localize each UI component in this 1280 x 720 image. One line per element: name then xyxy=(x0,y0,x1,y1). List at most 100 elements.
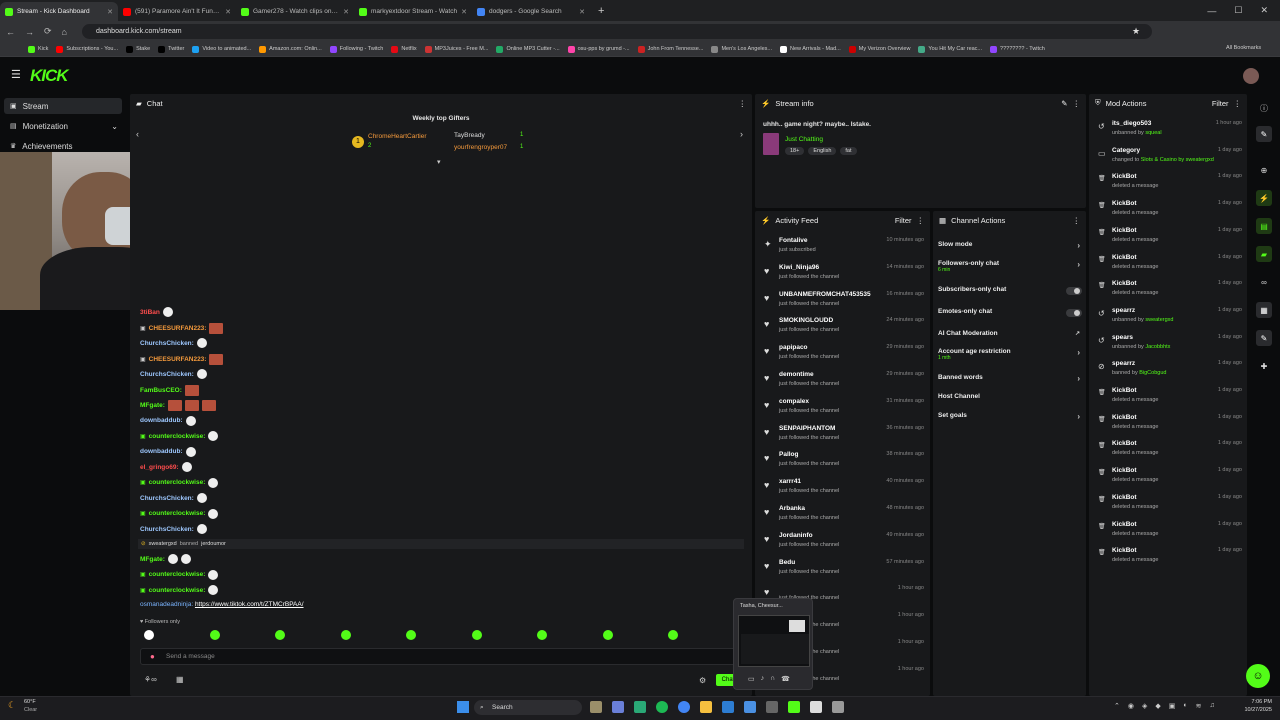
mod-action-item[interactable]: 🗑 KickBot deleted a message 1 day ago xyxy=(1094,280,1242,306)
more-icon[interactable]: ⋮ xyxy=(1073,216,1081,225)
activity-item[interactable]: ♥ Arbanka just followed the channel 48 minu… xyxy=(760,505,926,531)
browser-tab[interactable]: dodgers - Google Search ✕ xyxy=(472,2,590,21)
mod-action-item[interactable]: 🗑 KickBot deleted a message 1 day ago xyxy=(1094,494,1242,520)
emote-icon[interactable] xyxy=(602,630,613,640)
activity-item[interactable]: ♥ Pallog just followed the channel 38 minut… xyxy=(760,451,926,477)
call-icon[interactable]: ☎ xyxy=(781,675,790,683)
bookmark-item[interactable]: You Hit My Car reac... xyxy=(918,45,982,53)
info-icon[interactable]: ⓘ xyxy=(1256,100,1272,116)
browser-tab[interactable]: Gamer278 - Watch clips on Kick ✕ xyxy=(236,2,354,21)
mod-action-item[interactable]: 🗑 KickBot deleted a message 1 day ago xyxy=(1094,387,1242,413)
activity-username[interactable]: SMOKINGLOUDD xyxy=(779,317,833,324)
mod-action-username[interactable]: KickBot xyxy=(1112,440,1137,447)
emote-icon[interactable] xyxy=(340,630,351,640)
chat-bubble-icon[interactable]: ☺ xyxy=(1246,664,1270,688)
tray-app-icon[interactable]: ◉ xyxy=(1128,702,1134,710)
menu-icon[interactable]: ☰ xyxy=(11,68,21,81)
activity-username[interactable]: Arbanka xyxy=(779,505,805,512)
activity-filter-button[interactable]: Filter xyxy=(895,216,912,225)
activity-username[interactable]: Jordaninfo xyxy=(779,532,813,539)
bookmark-item[interactable]: Following - Twitch xyxy=(329,45,383,53)
mic-icon[interactable]: ♪ xyxy=(761,675,765,683)
chat-username[interactable]: CHEESURFAN223: xyxy=(149,356,207,363)
stack-icon[interactable]: ▦ xyxy=(1256,302,1272,318)
spotify-icon[interactable] xyxy=(656,701,668,713)
mod-action-item[interactable]: ⊘ spearrz banned by BigCobgud 1 day ago xyxy=(1094,360,1242,386)
camera-icon[interactable]: ▭ xyxy=(748,675,755,683)
bookmark-item[interactable]: MP3Juices - Free M... xyxy=(424,45,488,53)
close-tab-icon[interactable]: ✕ xyxy=(579,8,585,16)
mod-action-username[interactable]: spears xyxy=(1112,334,1133,341)
chat-input[interactable]: ● Send a message xyxy=(140,648,740,665)
activity-item[interactable]: ♥ SENPAIPHANTOM just followed the channel 3… xyxy=(760,425,926,451)
channel-action-item[interactable]: Host Channel xyxy=(938,393,1082,407)
reload-icon[interactable]: ⟳ xyxy=(44,26,52,37)
emote-icon[interactable] xyxy=(668,630,678,640)
close-tab-icon[interactable]: ✕ xyxy=(225,8,231,16)
activity-username[interactable]: Kiwi_Ninja96 xyxy=(779,264,819,271)
channel-action-item[interactable]: Banned words › xyxy=(938,374,1082,388)
emoji-settings-icon[interactable]: ⚘∞ xyxy=(144,675,157,684)
activity-username[interactable]: Bedu xyxy=(779,559,795,566)
bookmark-item[interactable]: Netflix xyxy=(391,45,417,53)
wrench-icon[interactable]: ✎ xyxy=(1256,330,1272,346)
browser-tab[interactable]: (591) Paramore Ain't It Fun [O ✕ xyxy=(118,2,236,21)
bookmark-item[interactable]: Kick xyxy=(28,45,48,53)
bookmark-star-icon[interactable]: ★ xyxy=(1132,26,1140,37)
stream-tag[interactable]: fat xyxy=(840,147,857,155)
close-tab-icon[interactable]: ✕ xyxy=(107,8,113,16)
channel-action-item[interactable]: Slow mode › xyxy=(938,241,1082,255)
mod-action-username[interactable]: KickBot xyxy=(1112,387,1137,394)
mod-action-item[interactable]: 🗑 KickBot deleted a message 1 day ago xyxy=(1094,227,1242,253)
chrome-icon[interactable] xyxy=(678,701,690,713)
mod-action-username[interactable]: KickBot xyxy=(1112,254,1137,261)
activity-item[interactable]: ♥ papipaco just followed the channel 29 min… xyxy=(760,344,926,370)
link-icon[interactable]: ∞ xyxy=(1256,274,1272,290)
chat-username[interactable]: counterclockwise: xyxy=(149,510,206,517)
activity-item[interactable]: ♥ UNBANMEFROMCHAT453535 just followed the … xyxy=(760,291,926,317)
activity-item[interactable]: ♥ xarrr41 just followed the channel 40 minu… xyxy=(760,478,926,504)
bookmark-item[interactable]: Amazon.com: Onlin... xyxy=(259,45,322,53)
activity-item[interactable]: ♥ Bedu just followed the channel 57 minutes… xyxy=(760,559,926,585)
activity-item[interactable]: ♥ demontime just followed the channel 29 mi… xyxy=(760,371,926,397)
mod-action-item[interactable]: ↺ its_diego503 unbanned by squeal 1 hour ag… xyxy=(1094,120,1242,146)
channel-action-item[interactable]: AI Chat Moderation ↗ xyxy=(938,330,1082,344)
mod-action-username[interactable]: KickBot xyxy=(1112,173,1137,180)
mod-action-username[interactable]: KickBot xyxy=(1112,280,1137,287)
mod-action-item[interactable]: 🗑 KickBot deleted a message 1 day ago xyxy=(1094,254,1242,280)
chevron-left-icon[interactable]: ‹ xyxy=(136,129,139,139)
more-icon[interactable]: ⋮ xyxy=(1073,99,1081,108)
home-icon[interactable]: ⌂ xyxy=(62,27,67,37)
mod-action-actor[interactable]: BigCobgud xyxy=(1139,370,1166,376)
mod-action-username[interactable]: spearrz xyxy=(1112,307,1135,314)
activity-item[interactable]: ♥ Jordaninfo just followed the channel 49 m… xyxy=(760,532,926,558)
chat-username[interactable]: counterclockwise: xyxy=(149,479,206,486)
bookmark-item[interactable]: Stake xyxy=(126,45,150,53)
mod-filter-button[interactable]: Filter xyxy=(1212,99,1229,108)
mod-action-item[interactable]: 🗑 KickBot deleted a message 1 day ago xyxy=(1094,173,1242,199)
app-icon[interactable] xyxy=(722,701,734,713)
channel-action-item[interactable]: Set goals › xyxy=(938,412,1082,426)
mod-action-username[interactable]: KickBot xyxy=(1112,547,1137,554)
mod-action-username[interactable]: KickBot xyxy=(1112,227,1137,234)
mod-action-actor[interactable]: sweatergxd xyxy=(1145,317,1173,323)
forward-icon[interactable]: → xyxy=(25,27,34,37)
puzzle-icon[interactable]: ✚ xyxy=(1256,358,1272,374)
taskbar-search[interactable]: ⌕ Search xyxy=(474,700,582,715)
emote-icon[interactable] xyxy=(209,630,220,640)
mod-action-username[interactable]: KickBot xyxy=(1112,494,1137,501)
kick-logo[interactable]: KICK xyxy=(30,66,69,86)
category-name[interactable]: Just Chatting xyxy=(785,136,823,143)
chat-username[interactable]: downbaddub: xyxy=(140,448,183,455)
bookmark-item[interactable]: John From Tennesse... xyxy=(637,45,703,53)
emote-icon[interactable] xyxy=(275,630,285,640)
url-input[interactable]: dashboard.kick.com/stream xyxy=(82,24,1152,39)
emote-icon[interactable] xyxy=(406,630,416,640)
gifter-3[interactable]: yourfrengroyper07 xyxy=(454,144,507,151)
activity-username[interactable]: Fontalive xyxy=(779,237,808,244)
mod-action-actor[interactable]: Slots & Casino by sweatergxd xyxy=(1141,157,1214,163)
pencil-icon[interactable]: ✎ xyxy=(1061,99,1067,108)
sidebar-item-stream[interactable]: ▣ Stream xyxy=(4,98,122,114)
mod-action-item[interactable]: 🗑 KickBot deleted a message 1 day ago xyxy=(1094,547,1242,573)
chat-username[interactable]: counterclockwise: xyxy=(149,571,206,578)
